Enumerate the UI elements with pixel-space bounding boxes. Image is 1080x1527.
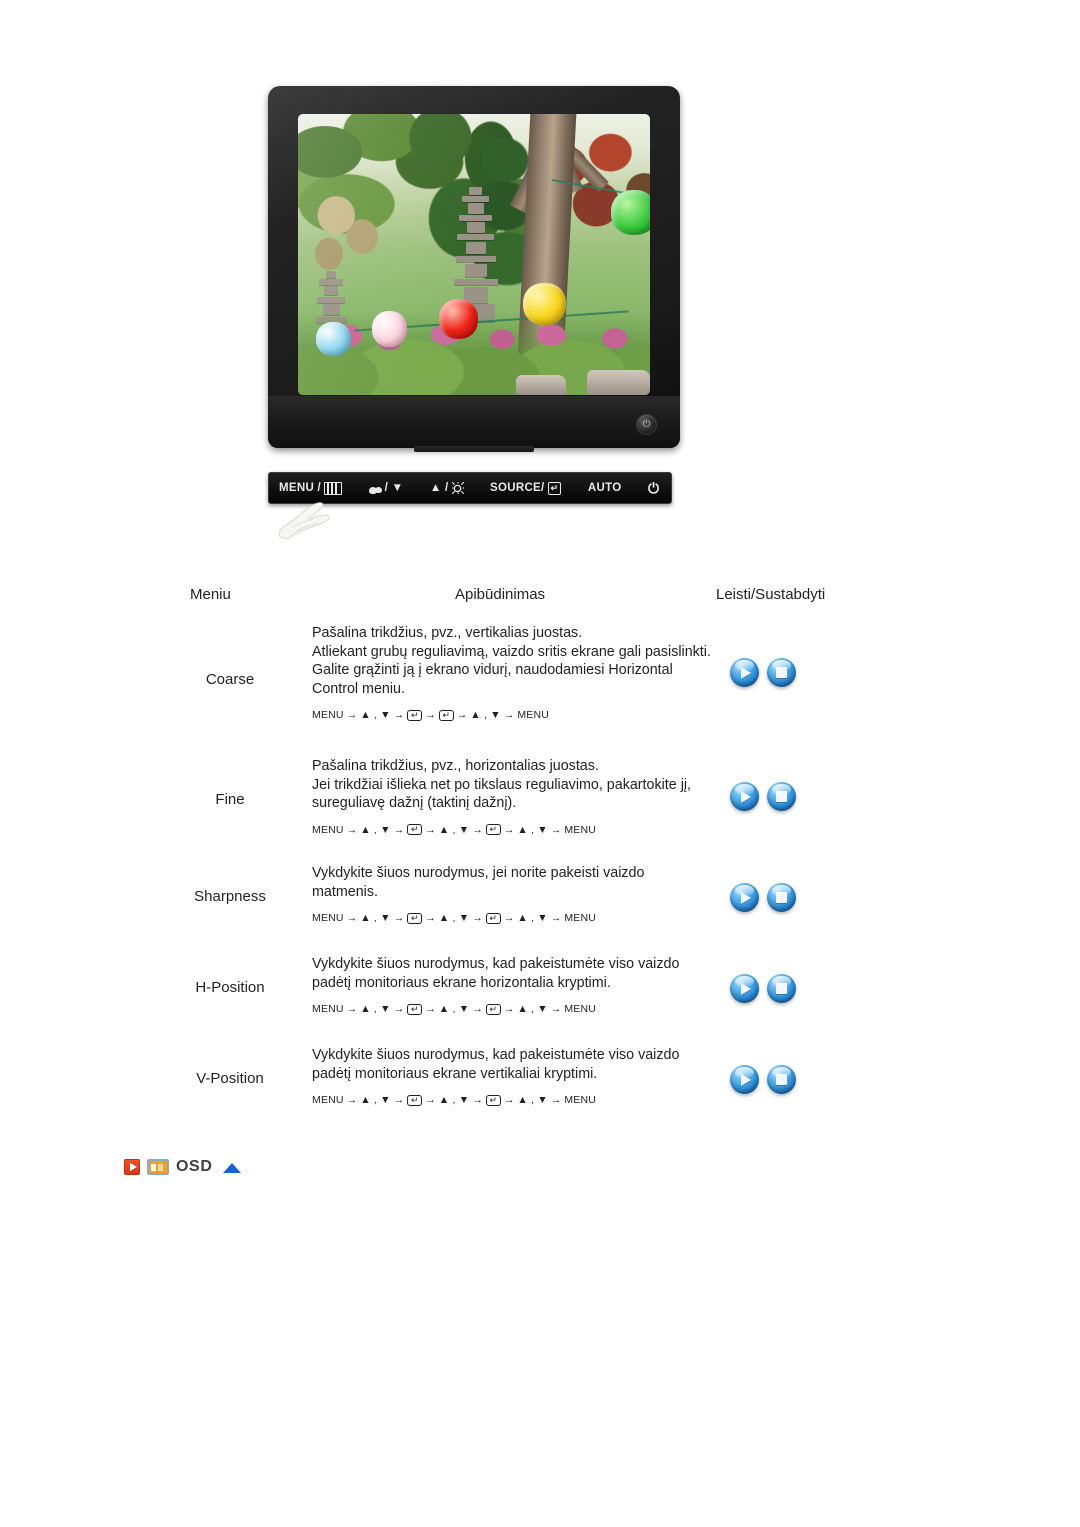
row-description-h-position: Vykdykite šiuos nurodymus, kad pakeistum… — [312, 955, 712, 1015]
image-adjust-down-label: / ▼ — [384, 482, 404, 494]
description-text: Vykdykite šiuos nurodymus, kad pakeistum… — [312, 956, 680, 991]
menu-grid-icon — [324, 481, 343, 495]
play-button[interactable] — [730, 974, 759, 1003]
monitor-illustration: ⏻ — [268, 86, 680, 452]
enter-key-icon: ↵ — [485, 824, 501, 836]
row-label-sharpness: Sharpness — [194, 888, 266, 905]
key-sequence-sharpness: MENU → ▲ , ▼ → ↵ → ▲ , ▼ → ↵ → ▲ , ▼ → M… — [312, 912, 597, 925]
play-button[interactable] — [730, 658, 759, 687]
power-button[interactable]: ⏻ — [648, 479, 661, 496]
scroll-up-triangle-icon[interactable] — [223, 1163, 242, 1173]
menu-button[interactable]: MENU / — [279, 481, 343, 495]
monitor-control-panel: MENU / / ▼ ▲ / SOURCE/ ↵ AUTO ⏻ — [268, 472, 672, 504]
play-square-icon[interactable] — [124, 1159, 140, 1175]
osd-label: OSD — [176, 1158, 213, 1175]
lantern-yellow — [523, 282, 566, 325]
lantern-green — [611, 189, 650, 235]
row-actions-h-position — [730, 974, 796, 1003]
row-description-sharpness: Vykdykite šiuos nurodymus, jei norite pa… — [312, 864, 712, 924]
key-sequence-fine: MENU → ▲ , ▼ → ↵ → ▲ , ▼ → ↵ → ▲ , ▼ → M… — [312, 823, 597, 836]
lantern-pink — [371, 310, 408, 348]
row-label-v-position: V-Position — [196, 1070, 264, 1087]
brightness-sun-icon — [452, 482, 464, 494]
table-header-row: Meniu Apibūdinimas Leisti/Sustabdyti — [0, 586, 1080, 612]
osd-section-footer: OSD — [124, 1158, 242, 1176]
auto-button-label: AUTO — [587, 482, 622, 494]
monitor-bezel-bottom: ⏻ — [268, 396, 680, 448]
row-actions-sharpness — [730, 883, 796, 912]
source-button-label: SOURCE/ — [490, 482, 545, 494]
lantern-blue — [315, 321, 351, 356]
row-description-fine: Pašalina trikdžius, pvz., horizontalias … — [312, 757, 712, 836]
garden-photo — [298, 114, 650, 395]
description-text: Pašalina trikdžius, pvz., horizontalias … — [312, 758, 692, 812]
menu-button-label: MENU / — [279, 482, 322, 494]
stone-block-center — [516, 375, 566, 395]
image-adjust-down-button[interactable]: / ▼ — [368, 482, 404, 494]
column-header-play-stop: Leisti/Sustabdyti — [716, 586, 826, 603]
enter-key-icon: ↵ — [407, 1094, 423, 1106]
enter-key-icon: ↵ — [407, 1003, 423, 1015]
power-icon: ⏻ — [648, 479, 660, 496]
lantern-red — [438, 299, 478, 339]
auto-button[interactable]: AUTO — [588, 482, 622, 494]
row-label-coarse: Coarse — [205, 671, 255, 688]
monitor-stand — [414, 446, 534, 452]
row-actions-fine — [730, 782, 796, 811]
source-button[interactable]: SOURCE/ ↵ — [490, 481, 562, 495]
row-description-coarse: Pašalina trikdžius, pvz., vertikalias ju… — [312, 624, 712, 721]
column-header-description: Apibūdinimas — [455, 586, 546, 603]
brightness-up-button[interactable]: ▲ / — [430, 482, 464, 494]
description-text: Vykdykite šiuos nurodymus, kad pakeistum… — [312, 1047, 680, 1082]
column-header-menu: Meniu — [190, 586, 231, 603]
row-label-h-position: H-Position — [195, 979, 265, 996]
osd-monitor-icon — [147, 1159, 169, 1175]
key-sequence-v-position: MENU → ▲ , ▼ → ↵ → ▲ , ▼ → ↵ → ▲ , ▼ → M… — [312, 1094, 597, 1107]
stone-block-right — [586, 369, 650, 395]
stop-button[interactable] — [767, 974, 796, 1003]
enter-key-icon: ↵ — [407, 824, 423, 836]
enter-key-icon: ↵ — [485, 1003, 501, 1015]
enter-key-icon: ↵ — [547, 481, 562, 495]
power-led-icon[interactable]: ⏻ — [637, 415, 656, 434]
enter-key-icon: ↵ — [485, 1094, 501, 1106]
stop-button[interactable] — [767, 883, 796, 912]
row-actions-coarse — [730, 658, 796, 687]
stop-button[interactable] — [767, 1065, 796, 1094]
description-text: Vykdykite šiuos nurodymus, jei norite pa… — [312, 865, 645, 900]
description-text: Pašalina trikdžius, pvz., vertikalias ju… — [312, 625, 711, 697]
enter-key-icon: ↵ — [485, 912, 501, 924]
monitor-screen — [298, 114, 650, 395]
monitor-body: ⏻ — [268, 86, 680, 448]
enter-key-icon: ↵ — [407, 709, 423, 721]
stop-button[interactable] — [767, 782, 796, 811]
enter-key-icon: ↵ — [438, 709, 454, 721]
play-button[interactable] — [730, 1065, 759, 1094]
key-sequence-h-position: MENU → ▲ , ▼ → ↵ → ▲ , ▼ → ↵ → ▲ , ▼ → M… — [312, 1003, 597, 1016]
play-button[interactable] — [730, 782, 759, 811]
row-actions-v-position — [730, 1065, 796, 1094]
row-description-v-position: Vykdykite šiuos nurodymus, kad pakeistum… — [312, 1046, 712, 1106]
key-sequence-coarse: MENU → ▲ , ▼ → ↵ → ↵ → ▲ , ▼ → MENU — [312, 709, 550, 722]
play-button[interactable] — [730, 883, 759, 912]
image-adjust-icon — [368, 483, 382, 494]
row-label-fine: Fine — [215, 791, 245, 808]
stop-button[interactable] — [767, 658, 796, 687]
brightness-up-label: ▲ / — [429, 482, 449, 494]
enter-key-icon: ↵ — [407, 912, 423, 924]
